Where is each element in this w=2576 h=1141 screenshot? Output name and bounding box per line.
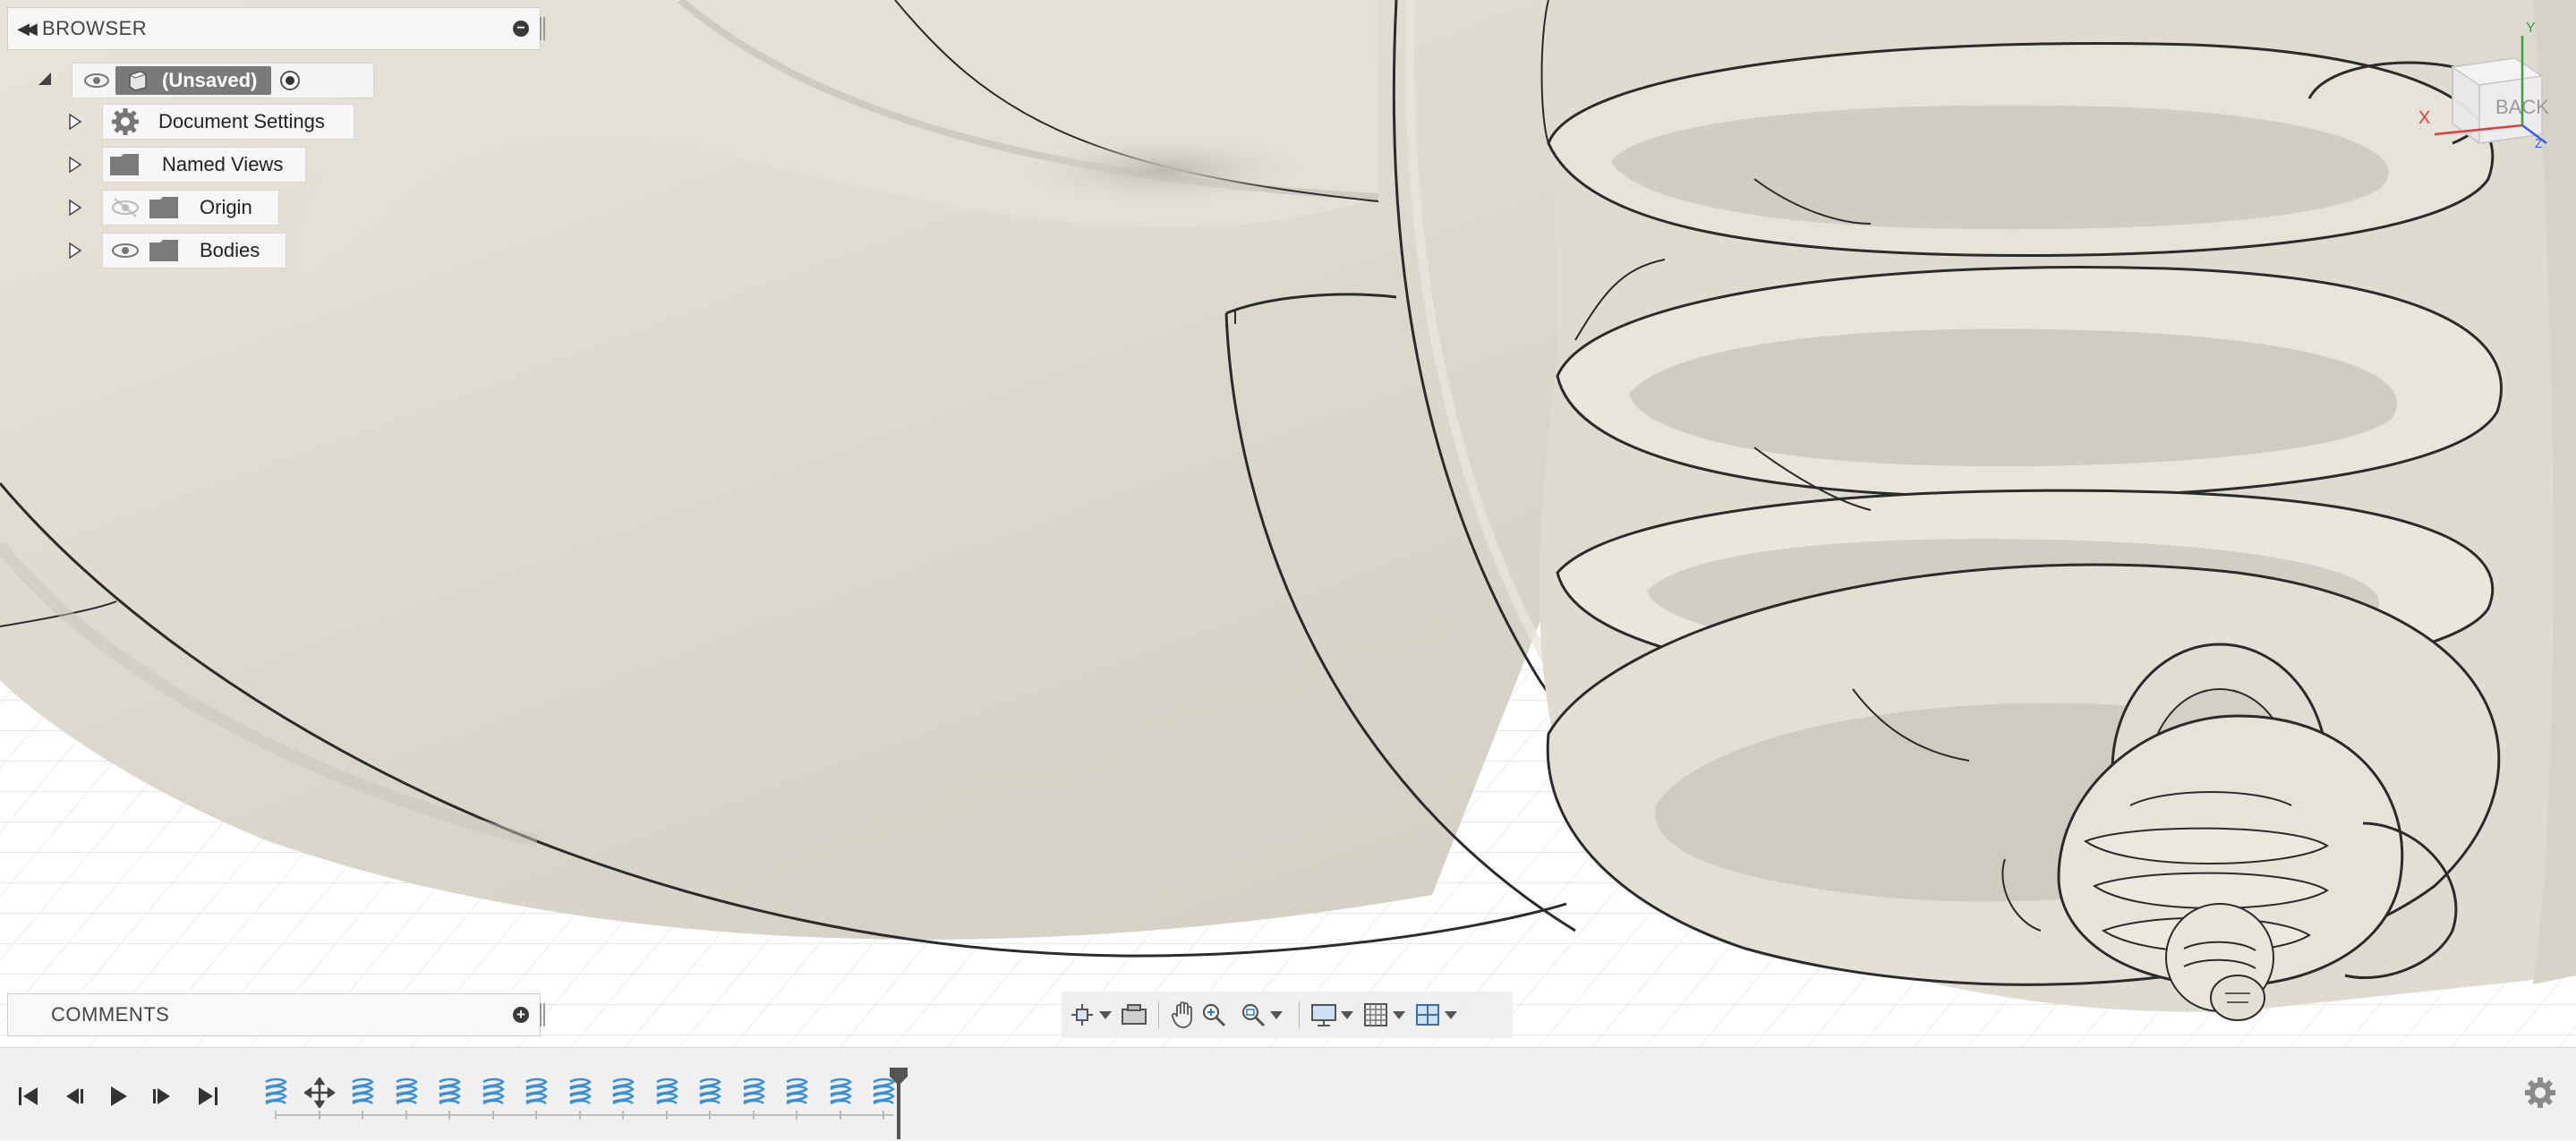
timeline-bar (0, 1047, 2576, 1139)
x-axis-label: X (2418, 108, 2430, 128)
timeline-tick (796, 1111, 798, 1120)
document-settings-label: Document Settings (158, 110, 325, 132)
viewports-icon[interactable] (1412, 997, 1443, 1033)
timeline-tick (448, 1111, 450, 1120)
timeline-coil-feature-icon[interactable] (390, 1073, 422, 1112)
tree-expand-triangle-icon[interactable] (68, 199, 82, 217)
timeline-tick (752, 1111, 755, 1120)
zoom-icon[interactable] (1198, 997, 1229, 1033)
named-views-label: Named Views (162, 153, 284, 175)
timeline-tick (622, 1111, 624, 1120)
orbit-dropdown-caret[interactable] (1099, 1010, 1112, 1019)
comments-panel-header[interactable]: COMMENTS + (7, 993, 545, 1036)
timeline-coil-feature-icon[interactable] (564, 1073, 596, 1112)
panel-grip-handle[interactable] (540, 1003, 545, 1026)
step-back-icon[interactable] (57, 1080, 90, 1112)
tree-expand-triangle-icon[interactable] (68, 242, 82, 260)
bodies-label: Bodies (200, 239, 260, 261)
timeline-coil-feature-icon[interactable] (346, 1073, 379, 1112)
unsaved-document-label[interactable]: (Unsaved) (115, 66, 272, 95)
timeline-coil-feature-icon[interactable] (824, 1073, 857, 1112)
timeline-coil-feature-icon[interactable] (694, 1073, 726, 1112)
visibility-eye-icon[interactable] (110, 240, 141, 261)
collapse-panel-icon[interactable]: ◀◀ (8, 20, 42, 38)
activate-component-radio[interactable] (280, 71, 301, 90)
timeline-coil-feature-icon[interactable] (520, 1073, 552, 1112)
origin-label: Origin (200, 196, 252, 218)
orbit-icon[interactable] (1067, 997, 1097, 1033)
folder-icon (149, 197, 178, 218)
timeline-tick (578, 1111, 581, 1120)
timeline-coil-feature-icon[interactable] (433, 1073, 465, 1112)
grid-settings-icon[interactable] (1361, 997, 1391, 1033)
timeline-coil-feature-icon[interactable] (780, 1073, 813, 1112)
timeline-coil-feature-icon[interactable] (260, 1073, 292, 1112)
zoom-window-icon[interactable] (1238, 997, 1268, 1033)
minimize-panel-icon[interactable]: − (513, 21, 529, 37)
timeline-tick (883, 1111, 884, 1120)
pan-hand-icon[interactable] (1168, 997, 1198, 1033)
timeline-tick (275, 1111, 277, 1120)
gear-icon (112, 108, 139, 135)
timeline-tick (362, 1111, 363, 1120)
canvas-viewport[interactable]: BACK X Y Z (0, 0, 2576, 1047)
component-icon (128, 71, 148, 91)
comments-title: COMMENTS (51, 1003, 170, 1026)
visibility-eye-icon[interactable] (83, 71, 110, 90)
folder-icon (110, 154, 139, 175)
display-dropdown-caret[interactable] (1341, 1010, 1353, 1019)
tree-collapse-triangle-icon[interactable] (36, 70, 54, 88)
browser-title: BROWSER (42, 17, 148, 39)
timeline-tick (491, 1111, 494, 1120)
timeline-coil-feature-icon[interactable] (738, 1073, 770, 1112)
timeline-marker-handle[interactable] (888, 1066, 909, 1141)
timeline-tick (318, 1111, 320, 1120)
timeline-coil-feature-icon[interactable] (477, 1073, 509, 1112)
visibility-hidden-icon[interactable] (110, 197, 141, 218)
root-label-text: (Unsaved) (162, 69, 258, 91)
panel-grip-handle[interactable] (540, 17, 545, 40)
browser-panel-header[interactable]: ◀◀ BROWSER − (7, 7, 545, 50)
z-axis-label: Z (2535, 136, 2543, 150)
display-settings-icon[interactable] (1309, 997, 1339, 1033)
y-axis-label: Y (2526, 21, 2536, 36)
timeline-coil-feature-icon[interactable] (651, 1073, 683, 1112)
timeline-coil-feature-icon[interactable] (607, 1073, 639, 1112)
go-to-end-icon[interactable] (192, 1080, 224, 1112)
timeline-settings-gear-icon[interactable] (2522, 1075, 2558, 1111)
go-to-start-icon[interactable] (13, 1080, 45, 1112)
timeline-move-feature-icon[interactable] (303, 1073, 336, 1112)
look-at-icon[interactable] (1119, 997, 1149, 1033)
timeline-tick (839, 1111, 841, 1120)
viewports-dropdown-caret[interactable] (1445, 1010, 1457, 1019)
timeline-tick (535, 1111, 537, 1120)
add-comment-icon[interactable]: + (513, 1007, 529, 1023)
zoom-dropdown-caret[interactable] (1270, 1010, 1283, 1019)
tree-expand-triangle-icon[interactable] (68, 156, 82, 174)
tree-expand-triangle-icon[interactable] (68, 113, 82, 131)
folder-icon (149, 240, 178, 261)
timeline-tick (405, 1111, 407, 1120)
timeline-tick (709, 1111, 711, 1120)
grid-dropdown-caret[interactable] (1393, 1010, 1405, 1019)
play-icon[interactable] (102, 1080, 134, 1112)
timeline-track[interactable] (276, 1114, 893, 1116)
viewcube[interactable]: BACK X Y Z (2417, 18, 2569, 161)
navigation-toolbar (1062, 992, 1513, 1038)
toolbar-separator (1158, 1001, 1159, 1028)
step-forward-icon[interactable] (147, 1080, 179, 1112)
timeline-tick (665, 1111, 668, 1120)
toolbar-separator (1299, 1001, 1300, 1028)
model-scene[interactable] (0, 0, 2576, 1047)
